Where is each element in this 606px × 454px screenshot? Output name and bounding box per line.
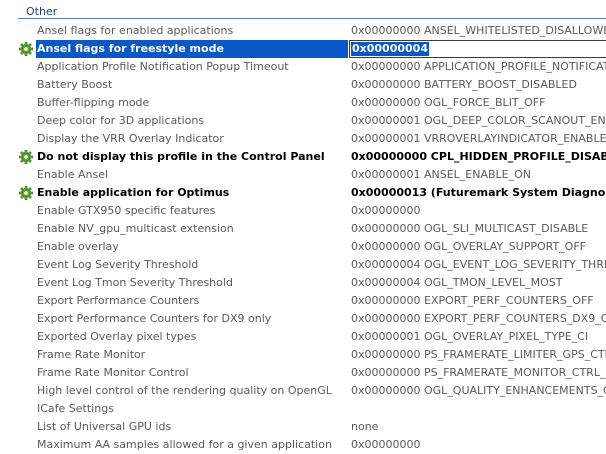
setting-value: 0x00000000 OGL_QUALITY_ENHANCEMENTS_QUA: [351, 384, 606, 397]
setting-value: 0x00000001 VRROVERLAYINDICATOR_ENABLED: [351, 132, 606, 145]
setting-value: 0x00000004 OGL_TMON_LEVEL_MOST: [351, 276, 563, 289]
setting-row[interactable]: High level control of the rendering qual…: [0, 382, 606, 400]
settings-list: Ansel flags for enabled applications 0x00…: [0, 22, 606, 454]
setting-name: Do not display this profile in the Contr…: [37, 150, 325, 163]
setting-name: Application Profile Notification Popup T…: [37, 60, 289, 73]
setting-name: Export Performance Counters: [37, 294, 200, 307]
setting-name: High level control of the rendering qual…: [37, 384, 332, 397]
setting-name: Battery Boost: [37, 78, 113, 91]
setting-name: Frame Rate Monitor: [37, 348, 146, 361]
setting-value: 0x00000000 PS_FRAMERATE_MONITOR_CTRL_FR: [351, 366, 606, 379]
setting-name: Event Log Tmon Severity Threshold: [37, 276, 233, 289]
setting-value: 0x00000000 OGL_SLI_MULTICAST_DISABLE: [351, 222, 589, 235]
setting-row[interactable]: Buffer-flipping mode 0x00000000 OGL_FORCE…: [0, 94, 606, 112]
setting-value: 0x00000000 OGL_OVERLAY_SUPPORT_OFF: [351, 240, 586, 253]
setting-value: 0x00000000 EXPORT_PERF_COUNTERS_OFF: [351, 294, 594, 307]
setting-row[interactable]: Event Log Severity Threshold 0x00000004 O…: [0, 256, 606, 274]
setting-name: Ansel flags for freestyle mode: [36, 40, 348, 58]
setting-row[interactable]: Ansel flags for freestyle mode 0x00000004: [0, 40, 606, 58]
setting-name: Frame Rate Monitor Control: [37, 366, 189, 379]
setting-row[interactable]: Enable application for Optimus 0x00000013…: [0, 184, 606, 202]
setting-value: 0x00000000 PS_FRAMERATE_LIMITER_GPS_CTRL: [351, 348, 606, 361]
setting-row[interactable]: Frame Rate Monitor 0x00000000 PS_FRAMERAT…: [0, 346, 606, 364]
setting-value: 0x00000000 EXPORT_PERF_COUNTERS_DX9_ONL: [351, 312, 606, 325]
setting-name: Display the VRR Overlay Indicator: [37, 132, 224, 145]
setting-name: Deep color for 3D applications: [37, 114, 205, 127]
gear-icon: [19, 186, 33, 200]
setting-name: Enable overlay: [37, 240, 119, 253]
setting-name: Exported Overlay pixel types: [37, 330, 197, 343]
setting-name: Ansel flags for enabled applications: [37, 24, 234, 37]
setting-row[interactable]: Frame Rate Monitor Control 0x00000000 PS_…: [0, 364, 606, 382]
gear-icon: [19, 150, 33, 164]
setting-row[interactable]: ICafe Settings: [0, 400, 606, 418]
setting-row[interactable]: Enable overlay 0x00000000 OGL_OVERLAY_SUP…: [0, 238, 606, 256]
setting-row[interactable]: Application Profile Notification Popup T…: [0, 58, 606, 76]
setting-row[interactable]: Exported Overlay pixel types 0x00000001 O…: [0, 328, 606, 346]
setting-name: Enable Ansel: [37, 168, 109, 181]
setting-name: Enable NV_gpu_multicast extension: [37, 222, 234, 235]
setting-value: 0x00000000 ANSEL_WHITELISTED_DISALLOWED: [351, 24, 606, 37]
group-divider: [18, 18, 606, 19]
setting-value: 0x00000000: [351, 438, 421, 451]
setting-name: Event Log Severity Threshold: [37, 258, 199, 271]
setting-name: ICafe Settings: [37, 402, 114, 415]
setting-row[interactable]: Export Performance Counters for DX9 only…: [0, 310, 606, 328]
setting-row[interactable]: List of Universal GPU ids none: [0, 418, 606, 436]
setting-name: List of Universal GPU ids: [37, 420, 172, 433]
setting-name: Export Performance Counters for DX9 only: [37, 312, 272, 325]
setting-value: 0x00000001 OGL_OVERLAY_PIXEL_TYPE_CI: [351, 330, 589, 343]
setting-value: none: [351, 420, 379, 433]
setting-row[interactable]: Deep color for 3D applications 0x00000001…: [0, 112, 606, 130]
setting-name: Buffer-flipping mode: [37, 96, 150, 109]
setting-row[interactable]: Display the VRR Overlay Indicator 0x00000…: [0, 130, 606, 148]
setting-value: 0x00000000 APPLICATION_PROFILE_NOTIFICAT…: [351, 60, 606, 73]
group-title: Other: [26, 5, 58, 18]
setting-row[interactable]: Do not display this profile in the Contr…: [0, 148, 606, 166]
setting-value: 0x00000000: [351, 204, 421, 217]
setting-value: 0x00000013 (Futuremark System Diagnosis …: [351, 186, 606, 199]
setting-value: 0x00000001 ANSEL_ENABLE_ON: [351, 168, 532, 181]
setting-value: 0x00000000 CPL_HIDDEN_PROFILE_DISABLED: [351, 150, 606, 163]
setting-value: 0x00000000 BATTERY_BOOST_DISABLED: [351, 78, 577, 91]
setting-row[interactable]: Maximum AA samples allowed for a given a…: [0, 436, 606, 454]
setting-row[interactable]: Enable NV_gpu_multicast extension 0x00000…: [0, 220, 606, 238]
group-header-other[interactable]: Other: [0, 0, 606, 22]
setting-value: 0x00000004 OGL_EVENT_LOG_SEVERITY_THRESH: [351, 258, 606, 271]
setting-value-input[interactable]: 0x00000004: [349, 40, 606, 58]
setting-row[interactable]: Enable GTX950 specific features 0x0000000…: [0, 202, 606, 220]
setting-value-text: 0x00000004: [351, 42, 429, 56]
setting-row[interactable]: Enable Ansel 0x00000001 ANSEL_ENABLE_ON: [0, 166, 606, 184]
setting-row[interactable]: Export Performance Counters 0x00000000 EX…: [0, 292, 606, 310]
setting-value: 0x00000000 OGL_FORCE_BLIT_OFF: [351, 96, 546, 109]
setting-name: Enable application for Optimus: [37, 186, 230, 199]
setting-row[interactable]: Ansel flags for enabled applications 0x00…: [0, 22, 606, 40]
gear-icon: [19, 42, 33, 56]
setting-name: Enable GTX950 specific features: [37, 204, 216, 217]
setting-row[interactable]: Event Log Tmon Severity Threshold 0x00000…: [0, 274, 606, 292]
setting-name: Maximum AA samples allowed for a given a…: [37, 438, 332, 451]
setting-value: 0x00000001 OGL_DEEP_COLOR_SCANOUT_ENAB: [351, 114, 606, 127]
setting-row[interactable]: Battery Boost 0x00000000 BATTERY_BOOST_DI…: [0, 76, 606, 94]
